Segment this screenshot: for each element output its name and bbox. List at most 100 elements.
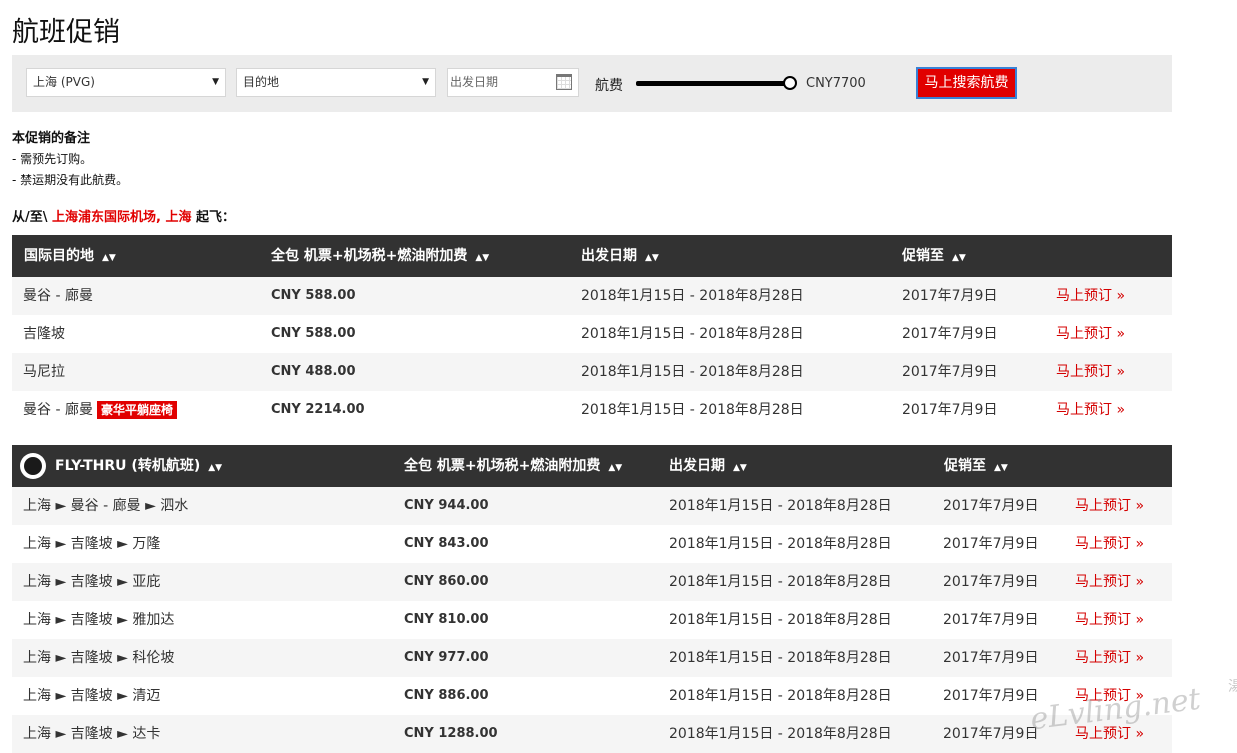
sort-icon[interactable]: ▲▼ <box>645 253 659 263</box>
until-cell: 2017年7月9日 <box>943 688 1039 704</box>
fare-slider-handle[interactable] <box>783 76 797 90</box>
table-row: 曼谷 - 廊曼 豪华平躺座椅 CNY 2214.00 2018年1月15日 - 2… <box>12 391 1172 429</box>
price-cell: CNY 588.00 <box>271 326 356 341</box>
book-now-link[interactable]: 马上预订 » <box>1056 315 1125 353</box>
dates-cell: 2018年1月15日 - 2018年8月28日 <box>669 726 892 742</box>
dates-cell: 2018年1月15日 - 2018年8月28日 <box>581 402 804 418</box>
book-now-link[interactable]: 马上预订 » <box>1075 639 1144 677</box>
page-title: 航班促销 <box>12 17 120 48</box>
fare-slider-track[interactable] <box>636 81 786 86</box>
price-cell: CNY 810.00 <box>404 612 489 627</box>
fare-value: CNY7700 <box>806 76 866 91</box>
book-now-link[interactable]: 马上预订 » <box>1075 601 1144 639</box>
price-cell: CNY 588.00 <box>271 288 356 303</box>
dates-cell: 2018年1月15日 - 2018年8月28日 <box>581 364 804 380</box>
book-now-link[interactable]: 马上预订 » <box>1075 525 1144 563</box>
book-now-link[interactable]: 马上预订 » <box>1056 353 1125 391</box>
price-cell: CNY 886.00 <box>404 688 489 703</box>
table-header: 国际目的地 ▲▼ 全包 机票+机场税+燃油附加费 ▲▼ 出发日期 ▲▼ 促销至 ▲▼ <box>12 235 1172 277</box>
table-row: 上海 ► 吉隆坡 ► 雅加达 CNY 810.00 2018年1月15日 - 2… <box>12 601 1172 639</box>
col-route[interactable]: FLY-THRU (转机航班) ▲▼ <box>55 445 222 489</box>
until-cell: 2017年7月9日 <box>902 288 998 304</box>
from-suffix: 起飞： <box>196 210 236 225</box>
departure-date-input[interactable]: 出发日期 <box>447 68 579 97</box>
price-cell: CNY 488.00 <box>271 364 356 379</box>
until-cell: 2017年7月9日 <box>943 498 1039 514</box>
table-row: 上海 ► 吉隆坡 ► 科伦坡 CNY 977.00 2018年1月15日 - 2… <box>12 639 1172 677</box>
dates-cell: 2018年1月15日 - 2018年8月28日 <box>669 498 892 514</box>
price-cell: CNY 1288.00 <box>404 726 498 741</box>
col-dates[interactable]: 出发日期 ▲▼ <box>581 235 659 279</box>
side-watermark-glyph: 湯 <box>1228 679 1237 695</box>
table-body: 曼谷 - 廊曼 CNY 588.00 2018年1月15日 - 2018年8月2… <box>12 277 1172 429</box>
until-cell: 2017年7月9日 <box>943 726 1039 742</box>
flythru-logo-icon <box>20 453 46 479</box>
dates-cell: 2018年1月15日 - 2018年8月28日 <box>581 326 804 342</box>
route-cell: 上海 ► 吉隆坡 ► 雅加达 <box>23 612 175 628</box>
until-cell: 2017年7月9日 <box>943 574 1039 590</box>
promo-notes: 本促销的备注 - 需预先订购。 - 禁运期没有此航费。 <box>12 128 128 191</box>
search-bar: 上海 (PVG) ▼ 目的地 ▼ 出发日期 航费 CNY7700 马上搜索航费 <box>12 55 1172 112</box>
flythru-fares-table: FLY-THRU (转机航班) ▲▼ 全包 机票+机场税+燃油附加费 ▲▼ 出发日期… <box>12 445 1172 753</box>
sort-icon[interactable]: ▲▼ <box>208 463 222 473</box>
sort-icon[interactable]: ▲▼ <box>733 463 747 473</box>
table-body: 上海 ► 曼谷 - 廊曼 ► 泗水 CNY 944.00 2018年1月15日 … <box>12 487 1172 753</box>
book-now-link[interactable]: 马上预订 » <box>1056 391 1125 429</box>
col-promo-until[interactable]: 促销至 ▲▼ <box>944 445 1008 489</box>
sort-icon[interactable]: ▲▼ <box>994 463 1008 473</box>
destination-cell: 曼谷 - 廊曼 豪华平躺座椅 <box>23 391 177 429</box>
until-cell: 2017年7月9日 <box>902 402 998 418</box>
notes-title: 本促销的备注 <box>12 131 91 146</box>
airport-name: 上海浦东国际机场, 上海 <box>52 210 192 225</box>
until-cell: 2017年7月9日 <box>943 612 1039 628</box>
table-row: 上海 ► 曼谷 - 廊曼 ► 泗水 CNY 944.00 2018年1月15日 … <box>12 487 1172 525</box>
book-now-link[interactable]: 马上预订 » <box>1056 277 1125 315</box>
table-row: 上海 ► 吉隆坡 ► 达卡 CNY 1288.00 2018年1月15日 - 2… <box>12 715 1172 753</box>
route-cell: 上海 ► 曼谷 - 廊曼 ► 泗水 <box>23 498 189 514</box>
route-cell: 上海 ► 吉隆坡 ► 清迈 <box>23 688 161 704</box>
book-now-link[interactable]: 马上预订 » <box>1075 563 1144 601</box>
col-promo-until[interactable]: 促销至 ▲▼ <box>902 235 966 279</box>
search-fares-button[interactable]: 马上搜索航费 <box>916 67 1017 99</box>
col-destination[interactable]: 国际目的地 ▲▼ <box>24 235 116 279</box>
from-prefix: 从/至\ <box>12 210 48 225</box>
table-row: 上海 ► 吉隆坡 ► 清迈 CNY 886.00 2018年1月15日 - 20… <box>12 677 1172 715</box>
table-row: 上海 ► 吉隆坡 ► 亚庇 CNY 860.00 2018年1月15日 - 20… <box>12 563 1172 601</box>
col-price[interactable]: 全包 机票+机场税+燃油附加费 ▲▼ <box>271 235 489 279</box>
chevron-down-icon: ▼ <box>422 77 429 87</box>
book-now-link[interactable]: 马上预订 » <box>1075 487 1144 525</box>
col-dates[interactable]: 出发日期 ▲▼ <box>669 445 747 489</box>
sort-icon[interactable]: ▲▼ <box>608 463 622 473</box>
origin-select[interactable]: 上海 (PVG) ▼ <box>26 68 226 97</box>
table-row: 吉隆坡 CNY 588.00 2018年1月15日 - 2018年8月28日 2… <box>12 315 1172 353</box>
destination-value: 目的地 <box>243 75 280 89</box>
until-cell: 2017年7月9日 <box>943 536 1039 552</box>
note-item: - 需预先订购。 <box>12 152 93 166</box>
until-cell: 2017年7月9日 <box>902 364 998 380</box>
dates-cell: 2018年1月15日 - 2018年8月28日 <box>581 288 804 304</box>
price-cell: CNY 977.00 <box>404 650 489 665</box>
dates-cell: 2018年1月15日 - 2018年8月28日 <box>669 574 892 590</box>
date-placeholder: 出发日期 <box>450 75 499 89</box>
sort-icon[interactable]: ▲▼ <box>475 253 489 263</box>
route-cell: 上海 ► 吉隆坡 ► 万隆 <box>23 536 161 552</box>
sort-icon[interactable]: ▲▼ <box>952 253 966 263</box>
until-cell: 2017年7月9日 <box>943 650 1039 666</box>
sort-icon[interactable]: ▲▼ <box>102 253 116 263</box>
calendar-icon[interactable] <box>556 74 572 90</box>
until-cell: 2017年7月9日 <box>902 326 998 342</box>
chevron-down-icon: ▼ <box>212 77 219 87</box>
flatbed-badge: 豪华平躺座椅 <box>96 401 177 419</box>
route-cell: 上海 ► 吉隆坡 ► 达卡 <box>23 726 161 742</box>
route-cell: 上海 ► 吉隆坡 ► 亚庇 <box>23 574 161 590</box>
destination-cell: 马尼拉 <box>23 364 65 380</box>
destination-cell: 曼谷 - 廊曼 <box>23 288 93 304</box>
dates-cell: 2018年1月15日 - 2018年8月28日 <box>669 650 892 666</box>
col-price[interactable]: 全包 机票+机场税+燃油附加费 ▲▼ <box>404 445 622 489</box>
departure-airport-line: 从/至\ 上海浦东国际机场, 上海 起飞： <box>12 206 235 225</box>
fare-label: 航费 <box>595 78 623 94</box>
dates-cell: 2018年1月15日 - 2018年8月28日 <box>669 612 892 628</box>
table-row: 马尼拉 CNY 488.00 2018年1月15日 - 2018年8月28日 2… <box>12 353 1172 391</box>
origin-value: 上海 (PVG) <box>33 75 95 89</box>
destination-select[interactable]: 目的地 ▼ <box>236 68 436 97</box>
